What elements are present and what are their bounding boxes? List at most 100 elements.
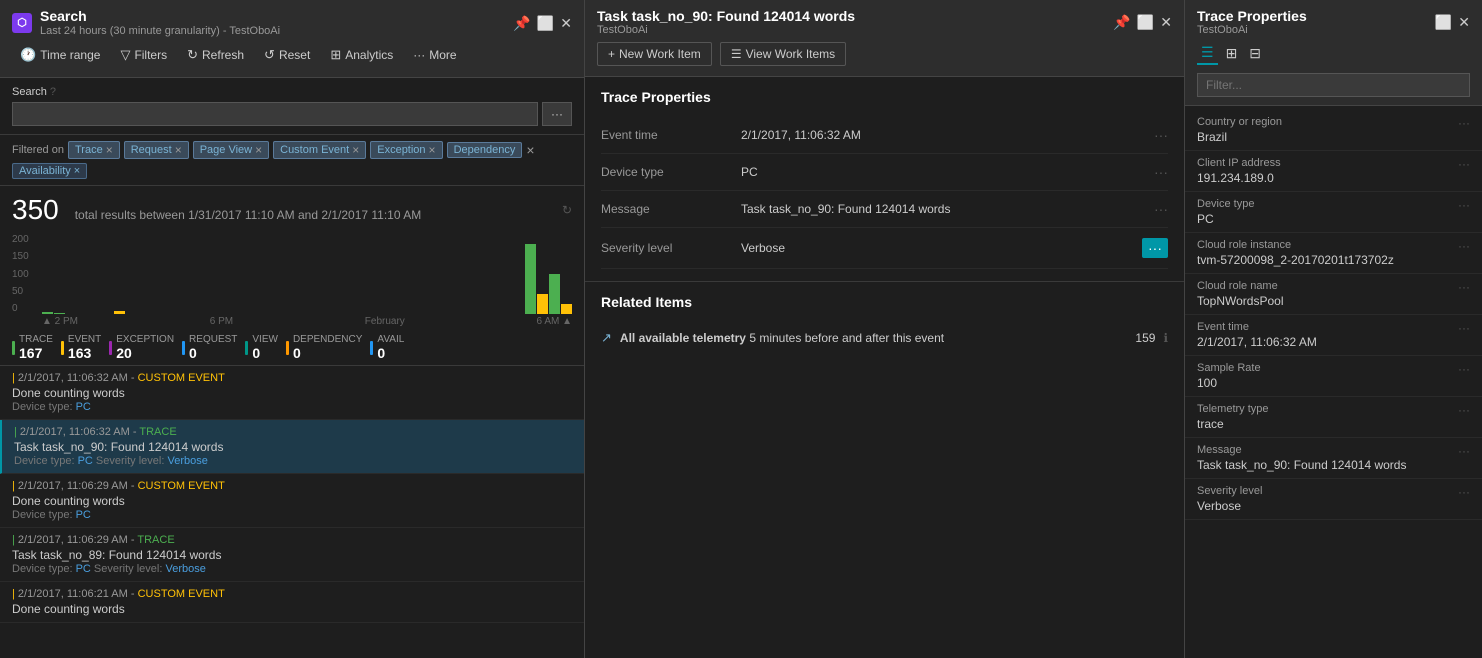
- close-icon[interactable]: ✕: [560, 16, 572, 30]
- maximize-icon[interactable]: ⬜: [537, 16, 554, 30]
- filter-tag-pageview[interactable]: Page View ×: [193, 141, 269, 159]
- filter-tag-exception[interactable]: Exception ×: [370, 141, 442, 159]
- maximize-icon[interactable]: ⬜: [1435, 15, 1452, 29]
- new-work-item-button[interactable]: + New Work Item: [597, 42, 712, 66]
- view-work-items-button[interactable]: ☰ View Work Items: [720, 42, 846, 66]
- event-type-indicator: |: [12, 588, 15, 600]
- prop-menu-message[interactable]: ···: [1154, 201, 1168, 217]
- chart-bar: [525, 234, 536, 314]
- prop-menu-devicetype[interactable]: ···: [1154, 164, 1168, 180]
- event-item-4[interactable]: | 2/1/2017, 11:06:29 AM - TRACE Task tas…: [0, 528, 584, 582]
- filter-tag-request[interactable]: Request ×: [124, 141, 189, 159]
- filters-button[interactable]: ▽ Filters: [112, 43, 175, 67]
- filter-input[interactable]: [1197, 73, 1470, 97]
- filter-input-row: [1197, 69, 1470, 101]
- event-item-3[interactable]: | 2/1/2017, 11:06:29 AM - CUSTOM EVENT D…: [0, 474, 584, 528]
- right-panel-title: Trace Properties: [1197, 8, 1307, 24]
- remove-pageview-button[interactable]: ×: [255, 143, 262, 157]
- right-prop-menu-cloudroleinstance[interactable]: ···: [1458, 239, 1470, 253]
- right-panel: Trace Properties TestOboAi ⬜ ✕ ☰ ⊞ ⊟ Cou…: [1185, 0, 1482, 658]
- filter-tag-customevent[interactable]: Custom Event ×: [273, 141, 366, 159]
- remove-exception-button[interactable]: ×: [429, 143, 436, 157]
- events-list: | 2/1/2017, 11:06:32 AM - CUSTOM EVENT D…: [0, 366, 584, 658]
- right-prop-value-country: Brazil: [1197, 130, 1282, 144]
- search-options-button[interactable]: ···: [542, 102, 572, 126]
- ellipsis-icon: ···: [413, 48, 425, 62]
- search-input[interactable]: [12, 102, 538, 126]
- right-prop-value-samplerate: 100: [1197, 376, 1261, 390]
- right-prop-name-message: Message: [1197, 444, 1406, 456]
- remove-trace-button[interactable]: ×: [106, 143, 113, 157]
- chart-bar: [500, 234, 511, 314]
- right-prop-name-eventtime: Event time: [1197, 321, 1317, 333]
- chart-bar: [319, 234, 330, 314]
- right-prop-menu-samplerate[interactable]: ···: [1458, 362, 1470, 376]
- remove-customevent-button[interactable]: ×: [352, 143, 359, 157]
- filter-tag-trace[interactable]: Trace ×: [68, 141, 120, 159]
- remove-all-button[interactable]: ×: [526, 142, 534, 158]
- right-prop-menu-clientip[interactable]: ···: [1458, 157, 1470, 171]
- right-prop-menu-severitylevel[interactable]: ···: [1458, 485, 1470, 499]
- right-prop-name-clientip: Client IP address: [1197, 157, 1281, 169]
- time-range-button[interactable]: 🕐 Time range: [12, 43, 108, 67]
- event-timestamp: | 2/1/2017, 11:06:21 AM - CUSTOM EVENT: [12, 588, 572, 600]
- related-item-text: All available telemetry 5 minutes before…: [620, 331, 1128, 345]
- prop-menu-severity[interactable]: ···: [1142, 238, 1168, 258]
- filter-tag-availability[interactable]: Availability ×: [12, 163, 87, 179]
- right-prop-menu-cloudrolename[interactable]: ···: [1458, 280, 1470, 294]
- analytics-icon: ⊞: [330, 47, 341, 63]
- pin-icon[interactable]: 📌: [513, 16, 530, 30]
- event-color-dot: [61, 341, 64, 355]
- chart-bar: [139, 234, 150, 314]
- prop-menu-eventtime[interactable]: ···: [1154, 127, 1168, 143]
- right-prop-menu-country[interactable]: ···: [1458, 116, 1470, 130]
- event-timestamp: | 2/1/2017, 11:06:29 AM - TRACE: [12, 534, 572, 546]
- left-window-controls: 📌 ⬜ ✕: [513, 16, 572, 30]
- chart-bar: [187, 234, 198, 314]
- avail-color-dot: [370, 341, 373, 355]
- search-help-icon: ?: [50, 86, 56, 98]
- right-prop-menu-devicetype[interactable]: ···: [1458, 198, 1470, 212]
- right-prop-menu-eventtime[interactable]: ···: [1458, 321, 1470, 335]
- right-prop-message: Message Task task_no_90: Found 124014 wo…: [1185, 438, 1482, 479]
- more-button[interactable]: ··· More: [405, 44, 464, 66]
- filter-tag-dependency[interactable]: Dependency: [447, 142, 523, 158]
- prop-row-devicetype: Device type PC ···: [601, 154, 1168, 191]
- trace-properties-section: Trace Properties Event time 2/1/2017, 11…: [585, 77, 1184, 281]
- refresh-icon: ↻: [187, 47, 198, 63]
- view-grid-button[interactable]: ⊞: [1222, 42, 1242, 65]
- right-prop-menu-message[interactable]: ···: [1458, 444, 1470, 458]
- trace-color-dot: [12, 341, 15, 355]
- chart-bar: [512, 234, 523, 314]
- event-item-5[interactable]: | 2/1/2017, 11:06:21 AM - CUSTOM EVENT D…: [0, 582, 584, 623]
- middle-window-controls: 📌 ⬜ ✕: [1113, 15, 1172, 29]
- view-chart-button[interactable]: ⊟: [1245, 42, 1265, 65]
- pin-icon[interactable]: 📌: [1113, 15, 1130, 29]
- related-item-row[interactable]: ↗ All available telemetry 5 minutes befo…: [601, 322, 1168, 354]
- right-prop-menu-telemetrytype[interactable]: ···: [1458, 403, 1470, 417]
- chart-y-labels: 200 150 100 50 0: [12, 234, 29, 314]
- prop-key-message: Message: [601, 202, 741, 216]
- refresh-small-icon[interactable]: ↻: [562, 203, 572, 217]
- close-icon[interactable]: ✕: [1458, 15, 1470, 29]
- close-icon[interactable]: ✕: [1160, 15, 1172, 29]
- view-list-button[interactable]: ☰: [1197, 42, 1218, 65]
- chart-bar: [223, 234, 234, 314]
- event-item-2[interactable]: | 2/1/2017, 11:06:32 AM - TRACE Task tas…: [0, 420, 584, 474]
- search-area: Search ? ···: [0, 78, 584, 135]
- event-item-1[interactable]: | 2/1/2017, 11:06:32 AM - CUSTOM EVENT D…: [0, 366, 584, 420]
- refresh-button[interactable]: ↻ Refresh: [179, 43, 252, 67]
- remove-availability-button[interactable]: ×: [74, 165, 80, 177]
- event-timestamp: | 2/1/2017, 11:06:29 AM - CUSTOM EVENT: [12, 480, 572, 492]
- reset-button[interactable]: ↺ Reset: [256, 43, 318, 67]
- analytics-button[interactable]: ⊞ Analytics: [322, 43, 401, 67]
- chart-bar: [42, 234, 53, 314]
- remove-request-button[interactable]: ×: [175, 143, 182, 157]
- link-icon: ↗: [601, 330, 612, 346]
- chart-bar: [561, 234, 572, 314]
- list-icon: ☰: [731, 47, 742, 61]
- right-prop-severitylevel: Severity level Verbose ···: [1185, 479, 1482, 520]
- related-info-icon: ℹ: [1163, 331, 1168, 345]
- chart-bar: [416, 234, 427, 314]
- maximize-icon[interactable]: ⬜: [1137, 15, 1154, 29]
